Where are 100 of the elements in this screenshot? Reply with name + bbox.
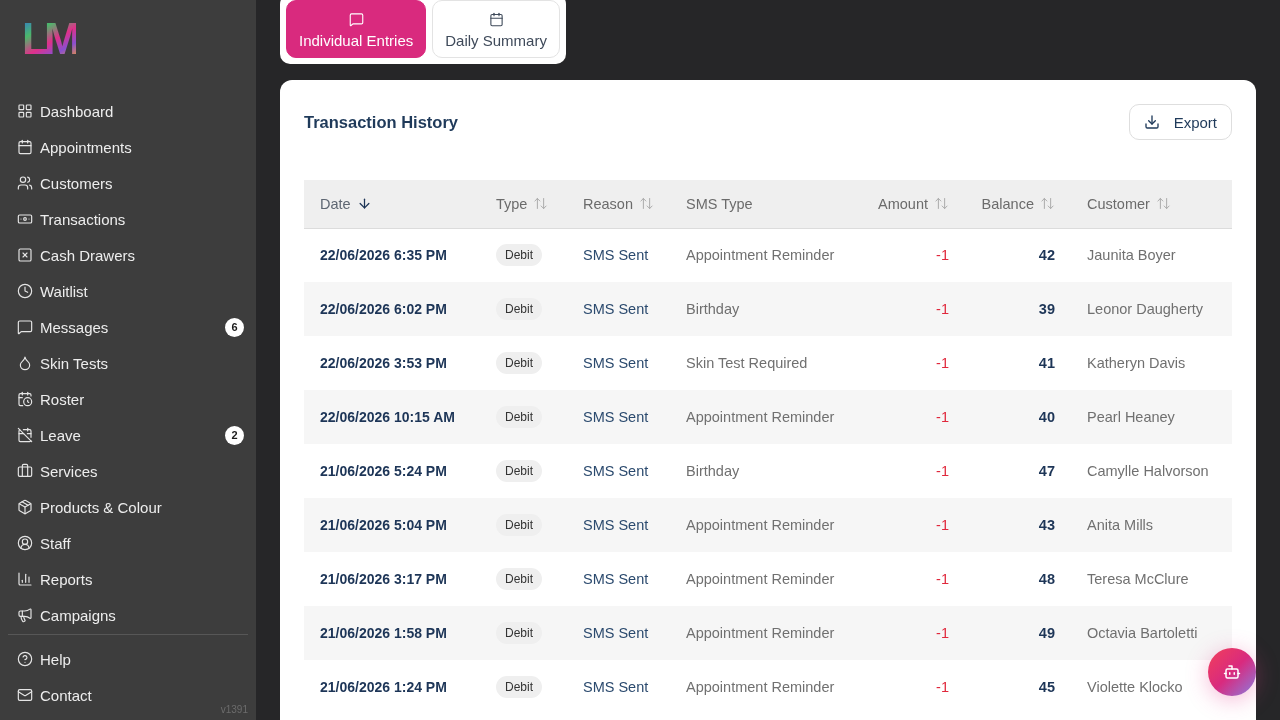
robot-icon <box>1223 663 1241 681</box>
table-cell: Appointment Reminder <box>670 498 860 552</box>
balance-cell: 40 <box>965 390 1071 444</box>
nav-item[interactable]: Contact <box>17 686 92 704</box>
nav-item[interactable]: Campaigns <box>17 606 116 624</box>
calendar-off-icon <box>17 427 33 443</box>
balance-cell: 47 <box>965 444 1071 498</box>
nav-item[interactable]: Products & Colour <box>17 498 162 516</box>
column-header[interactable]: Amount <box>878 195 949 212</box>
count-badge: 6 <box>225 317 244 337</box>
user-circle-icon <box>17 535 33 551</box>
column-header[interactable]: Type <box>496 195 549 212</box>
export-button[interactable]: Export <box>1128 104 1232 140</box>
balance-cell: 41 <box>965 336 1071 390</box>
amount-cell: -1 <box>860 660 965 714</box>
table-cell: SMS Sent <box>567 390 670 444</box>
balance-cell: 49 <box>965 606 1071 660</box>
table-cell: Violette Klocko <box>1071 660 1232 714</box>
amount-cell: -1 <box>860 228 965 282</box>
type-tag: Debit <box>496 352 542 374</box>
column-header[interactable]: Reason <box>583 195 654 212</box>
amount-cell: -1 <box>860 336 965 390</box>
table-cell: Anita Mills <box>1071 498 1232 552</box>
mail-icon <box>17 687 33 703</box>
nav-item[interactable]: Dashboard <box>17 102 114 120</box>
nav-item[interactable]: Waitlist <box>17 282 88 300</box>
amount-cell: -1 <box>860 444 965 498</box>
table-cell: Teresa McClure <box>1071 552 1232 606</box>
table-cell: Appointment Reminder <box>670 552 860 606</box>
table-cell: Appointment Reminder <box>670 228 860 282</box>
nav-item[interactable]: Messages <box>17 318 109 336</box>
package-icon <box>17 499 33 515</box>
amount-cell: -1 <box>860 552 965 606</box>
sort-icon <box>1155 196 1171 212</box>
type-tag: Debit <box>496 514 542 536</box>
view-tab[interactable]: Daily Summary <box>432 0 560 58</box>
users-icon <box>17 175 33 191</box>
table-cell: Leonor Daugherty <box>1071 282 1232 336</box>
table-cell: SMS Sent <box>567 282 670 336</box>
table-cell: Camylle Halvorson <box>1071 444 1232 498</box>
type-tag: Debit <box>496 676 542 698</box>
table-cell: SMS Sent <box>567 552 670 606</box>
nav-item[interactable]: Reports <box>17 570 93 588</box>
card-title: Transaction History <box>304 112 459 132</box>
table-cell: Birthday <box>670 444 860 498</box>
grid-icon <box>17 103 33 119</box>
calendar-icon <box>488 11 504 27</box>
type-tag: Debit <box>496 460 542 482</box>
table-cell: Pearl Heaney <box>1071 390 1232 444</box>
nav-item[interactable]: Services <box>17 462 98 480</box>
table-cell: Appointment Reminder <box>670 660 860 714</box>
date-cell: 22/06/2026 3:53 PM <box>304 336 480 390</box>
amount-cell: -1 <box>860 390 965 444</box>
date-cell: 22/06/2026 10:15 AM <box>304 390 480 444</box>
clock-icon <box>17 283 33 299</box>
chat-icon <box>17 319 33 335</box>
type-tag: Debit <box>496 298 542 320</box>
help-icon <box>17 651 33 667</box>
table-cell: Jaunita Boyer <box>1071 228 1232 282</box>
amount-cell: -1 <box>860 606 965 660</box>
date-cell: 21/06/2026 1:24 PM <box>304 660 480 714</box>
sort-icon <box>934 196 949 212</box>
count-badge: 2 <box>225 425 244 445</box>
table-cell: SMS Sent <box>567 444 670 498</box>
balance-cell: 43 <box>965 498 1071 552</box>
column-header[interactable]: Balance <box>981 195 1055 212</box>
balance-cell: 45 <box>965 660 1071 714</box>
calendar-clock-icon <box>17 391 33 407</box>
column-header[interactable]: Date <box>320 195 372 212</box>
nav-item[interactable]: Help <box>17 650 71 668</box>
sort-icon <box>639 196 654 212</box>
bar-chart-icon <box>17 571 33 587</box>
column-header[interactable]: Customer <box>1087 195 1171 212</box>
nav-item[interactable]: Customers <box>17 174 113 192</box>
sort-down-icon <box>356 196 372 212</box>
square-x-icon <box>17 247 33 263</box>
sort-icon <box>533 196 549 212</box>
balance-cell: 48 <box>965 552 1071 606</box>
table-cell: SMS Sent <box>567 228 670 282</box>
table-cell: SMS Sent <box>567 660 670 714</box>
banknote-icon <box>17 211 33 227</box>
amount-cell: -1 <box>860 282 965 336</box>
nav-item[interactable]: Skin Tests <box>17 354 109 372</box>
sort-icon <box>1040 196 1055 212</box>
date-cell: 22/06/2026 6:02 PM <box>304 282 480 336</box>
view-tab[interactable]: Individual Entries <box>286 0 427 58</box>
nav-item[interactable]: Leave <box>17 426 81 444</box>
nav-item[interactable]: Cash Drawers <box>17 246 136 264</box>
droplet-icon <box>17 355 33 371</box>
download-icon <box>1143 114 1160 130</box>
table-cell: SMS Sent <box>567 606 670 660</box>
nav-item[interactable]: Roster <box>17 390 85 408</box>
nav-item[interactable]: Transactions <box>17 210 126 228</box>
table-cell: SMS Sent <box>567 336 670 390</box>
nav-item[interactable]: Staff <box>17 534 71 552</box>
nav-item[interactable]: Appointments <box>17 138 132 156</box>
table-cell: Katheryn Davis <box>1071 336 1232 390</box>
date-cell: 21/06/2026 1:58 PM <box>304 606 480 660</box>
calendar-icon <box>17 139 33 155</box>
type-tag: Debit <box>496 244 542 267</box>
